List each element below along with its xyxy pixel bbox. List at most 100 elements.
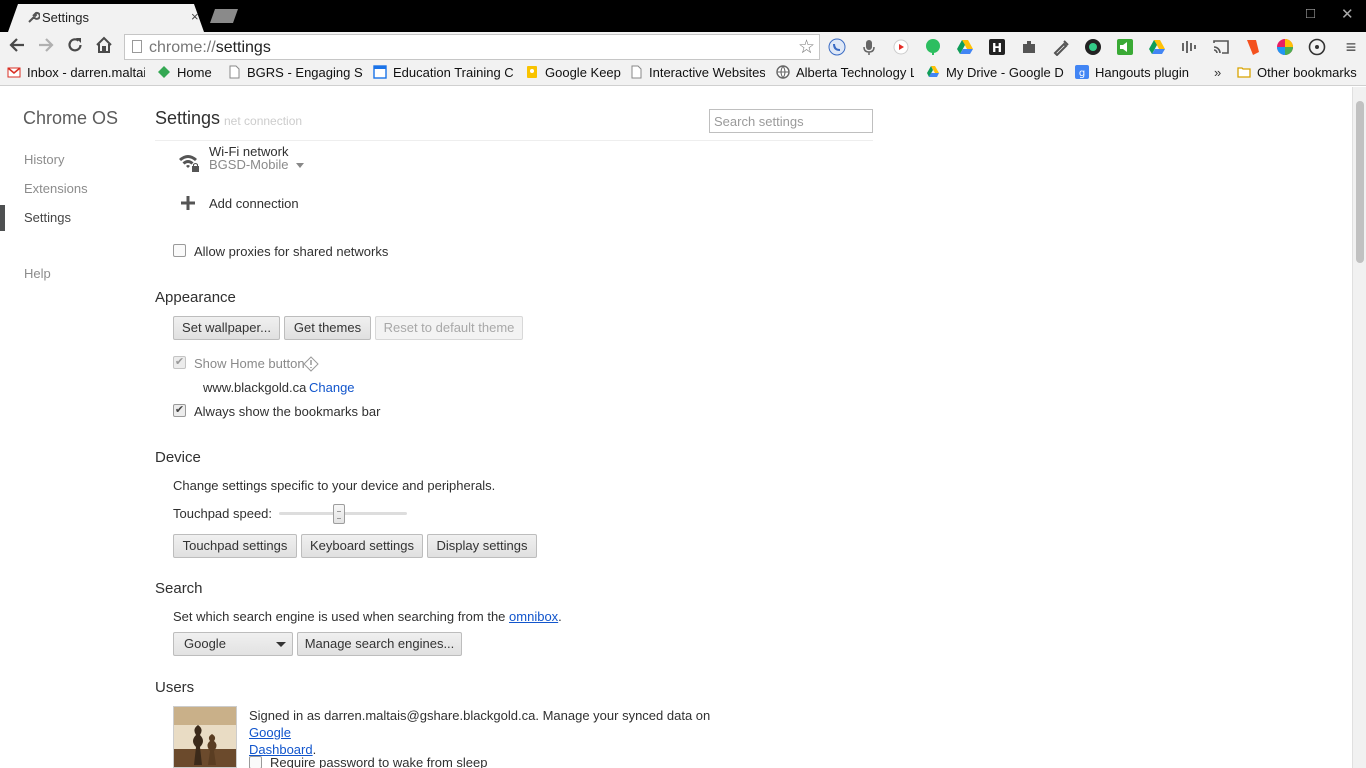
close-window-icon[interactable]: ✕ xyxy=(1341,5,1354,23)
policy-indicator-icon[interactable] xyxy=(303,356,319,372)
sidebar-item-help[interactable]: Help xyxy=(24,266,51,281)
get-themes-button[interactable]: Get themes xyxy=(284,316,371,340)
sidebar-item-settings[interactable]: Settings xyxy=(24,210,71,225)
signed-in-text: Signed in as darren.maltais@gshare.black… xyxy=(249,708,711,757)
google-drive-icon[interactable] xyxy=(956,38,974,56)
appearance-heading: Appearance xyxy=(155,289,236,306)
require-password-label: Require password to wake from sleep xyxy=(270,755,488,768)
back-arrow-icon xyxy=(9,38,24,52)
search-settings-input[interactable] xyxy=(709,109,873,133)
folder-icon xyxy=(1237,67,1251,78)
allow-proxies-label: Allow proxies for shared networks xyxy=(194,244,389,259)
bookmark-hangouts-plugin[interactable]: g Hangouts plugin xyxy=(1075,65,1193,83)
set-wallpaper-button[interactable]: Set wallpaper... xyxy=(173,316,280,340)
display-settings-button[interactable]: Display settings xyxy=(427,534,537,558)
wifi-lock-icon xyxy=(179,155,199,172)
audio-wave-icon[interactable] xyxy=(1180,38,1198,56)
home-button[interactable] xyxy=(93,36,115,58)
reset-theme-button[interactable]: Reset to default theme xyxy=(375,316,523,340)
google-drive-icon[interactable] xyxy=(1148,38,1166,56)
gmail-icon xyxy=(7,67,21,78)
sound-extension-icon[interactable] xyxy=(1116,38,1134,56)
omnibox-link[interactable]: omnibox xyxy=(509,609,558,624)
touchpad-settings-button[interactable]: Touchpad settings xyxy=(173,534,297,558)
always-bookmarks-label: Always show the bookmarks bar xyxy=(194,404,381,419)
pen-extension-icon[interactable] xyxy=(1052,38,1070,56)
touchpad-speed-label: Touchpad speed: xyxy=(173,506,273,521)
user-avatar xyxy=(173,706,237,768)
puzzle-extension-icon[interactable] xyxy=(1020,38,1038,56)
other-bookmarks-folder[interactable]: Other bookmarks xyxy=(1237,65,1357,83)
new-tab-button[interactable] xyxy=(210,9,238,23)
calendar-icon xyxy=(373,65,387,79)
touchpad-speed-slider[interactable] xyxy=(333,504,346,524)
more-bookmarks-icon[interactable]: » xyxy=(1214,65,1221,80)
manage-search-engines-button[interactable]: Manage search engines... xyxy=(297,632,462,656)
chess-pieces-image xyxy=(174,707,236,767)
home-page-url: www.blackgold.ca xyxy=(203,380,307,395)
sidebar-item-history[interactable]: History xyxy=(24,152,64,167)
dropdown-arrow-icon xyxy=(276,642,286,647)
google-dashboard-link[interactable]: Google Dashboard xyxy=(249,725,313,757)
address-bar[interactable]: chrome://settings ☆ xyxy=(124,34,820,60)
microphone-icon[interactable] xyxy=(860,38,878,56)
page-title: Settings xyxy=(155,108,225,129)
evernote-icon[interactable] xyxy=(924,38,942,56)
bookmark-alberta-technology[interactable]: Alberta Technology L xyxy=(776,65,914,83)
home-bookmark-icon xyxy=(158,66,170,78)
cast-icon[interactable] xyxy=(1212,38,1230,56)
tab-settings[interactable]: Settings × xyxy=(8,4,204,32)
tab-strip: Settings × □ ✕ xyxy=(0,0,1366,32)
search-engine-select[interactable]: Google xyxy=(173,632,293,656)
bookmark-my-drive[interactable]: My Drive - Google Dr xyxy=(926,65,1064,83)
allow-proxies-checkbox[interactable] xyxy=(173,244,186,257)
show-home-label: Show Home button xyxy=(194,356,305,371)
scrollbar-thumb[interactable] xyxy=(1356,101,1364,263)
home-icon xyxy=(96,36,112,53)
bookmark-google-keep[interactable]: Google Keep xyxy=(525,65,621,83)
page-scrollbar[interactable] xyxy=(1352,87,1366,768)
tab-close-icon[interactable]: × xyxy=(191,9,199,24)
restore-window-icon[interactable]: □ xyxy=(1306,5,1315,22)
change-home-link[interactable]: Change xyxy=(309,380,355,395)
clock-extension-icon[interactable] xyxy=(1308,38,1326,56)
wifi-network-selector[interactable]: BGSD-Mobile xyxy=(209,157,305,172)
google-plus-icon: g xyxy=(1075,65,1089,79)
page-icon xyxy=(132,40,142,53)
show-home-checkbox[interactable]: ✔ xyxy=(173,356,186,369)
browser-toolbar: chrome://settings ☆ H ≡ xyxy=(0,32,1366,62)
svg-text:H: H xyxy=(992,41,1002,55)
sidebar-item-extensions[interactable]: Extensions xyxy=(24,181,88,196)
sidebar-active-marker xyxy=(0,205,5,231)
camera-lens-icon[interactable] xyxy=(1084,38,1102,56)
h-extension-icon[interactable]: H xyxy=(988,38,1006,56)
svg-text:g: g xyxy=(1079,68,1085,79)
bookmark-inbox[interactable]: Inbox - darren.maltai xyxy=(7,65,145,83)
back-button[interactable] xyxy=(6,36,28,58)
bookmark-extension-icon[interactable] xyxy=(1244,38,1262,56)
add-connection-link[interactable]: Add connection xyxy=(209,196,299,211)
dropdown-arrow-icon xyxy=(296,163,305,168)
bookmark-star-icon[interactable]: ☆ xyxy=(798,36,815,59)
keyboard-settings-button[interactable]: Keyboard settings xyxy=(301,534,423,558)
header-divider xyxy=(155,140,873,141)
address-text: chrome://settings xyxy=(149,39,271,56)
bookmark-bgrs[interactable]: BGRS - Engaging Stud xyxy=(227,65,363,83)
forward-button[interactable] xyxy=(35,36,57,58)
youtube-icon[interactable] xyxy=(892,38,910,56)
bookmark-education-training[interactable]: Education Training Co xyxy=(373,65,513,83)
bookmark-interactive-websites[interactable]: Interactive Websites xyxy=(629,65,765,83)
search-description: Set which search engine is used when sea… xyxy=(173,609,562,624)
settings-page: Chrome OS History Extensions Settings He… xyxy=(0,87,1352,768)
add-icon[interactable] xyxy=(181,196,195,210)
reload-button[interactable] xyxy=(64,36,86,58)
drive-icon xyxy=(927,66,939,77)
page-icon xyxy=(631,65,642,79)
bookmark-home[interactable]: Home xyxy=(157,65,217,83)
always-bookmarks-checkbox[interactable]: ✔ xyxy=(173,404,186,417)
phone-extension-icon[interactable] xyxy=(828,38,846,56)
color-wheel-icon[interactable] xyxy=(1276,38,1294,56)
tab-title: Settings xyxy=(42,10,89,25)
require-password-checkbox[interactable] xyxy=(249,756,262,768)
chrome-menu-icon[interactable]: ≡ xyxy=(1340,36,1362,58)
